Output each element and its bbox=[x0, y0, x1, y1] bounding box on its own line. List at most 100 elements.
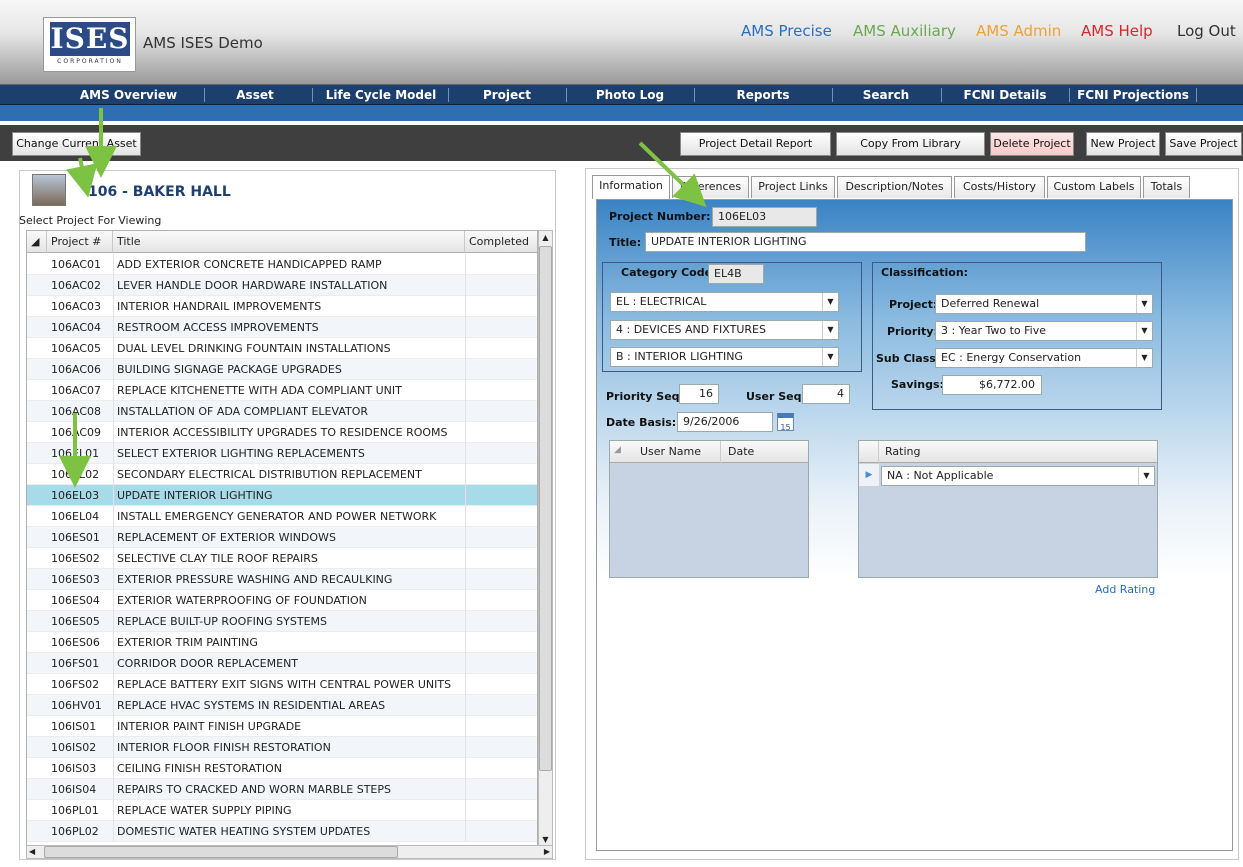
chevron-down-icon[interactable]: ▼ bbox=[822, 321, 838, 339]
add-rating-link[interactable]: Add Rating bbox=[1095, 583, 1155, 596]
project-number-cell: 106IS01 bbox=[51, 720, 97, 733]
nav-project[interactable]: Project bbox=[452, 85, 562, 105]
chevron-down-icon[interactable]: ▼ bbox=[1138, 467, 1154, 485]
horizontal-scroll-thumb[interactable] bbox=[44, 846, 398, 858]
table-row[interactable]: 106AC05 DUAL LEVEL DRINKING FOUNTAIN INST… bbox=[27, 338, 537, 359]
link-ams-precise[interactable]: AMS Precise bbox=[741, 22, 832, 40]
table-row[interactable]: 106AC04 RESTROOM ACCESS IMPROVEMENTS bbox=[27, 317, 537, 338]
nav-search[interactable]: Search bbox=[836, 85, 936, 105]
chevron-down-icon[interactable]: ▼ bbox=[1136, 322, 1152, 340]
row-header-cell bbox=[859, 441, 879, 463]
nav-fcni-details[interactable]: FCNI Details bbox=[945, 85, 1065, 105]
cell-divider bbox=[465, 548, 466, 569]
table-row[interactable]: 106EL01 SELECT EXTERIOR LIGHTING REPLACEM… bbox=[27, 443, 537, 464]
table-row[interactable]: 106HV01 REPLACE HVAC SYSTEMS IN RESIDENTI… bbox=[27, 695, 537, 716]
project-title-cell: CEILING FINISH RESTORATION bbox=[117, 762, 282, 775]
col-completed[interactable]: Completed bbox=[465, 231, 537, 253]
nav-reports[interactable]: Reports bbox=[698, 85, 828, 105]
tab-information[interactable]: Information bbox=[592, 175, 670, 199]
date-basis-field[interactable]: 9/26/2006 bbox=[677, 412, 773, 432]
user-seq-field[interactable]: 4 bbox=[802, 384, 850, 404]
vertical-scroll-thumb[interactable] bbox=[539, 246, 552, 771]
tab-description-notes[interactable]: Description/Notes bbox=[837, 176, 952, 198]
priority-seq-field[interactable]: 16 bbox=[679, 384, 719, 404]
table-row[interactable]: 106IS01 INTERIOR PAINT FINISH UPGRADE bbox=[27, 716, 537, 737]
category-select-3[interactable]: B : INTERIOR LIGHTING ▼ bbox=[610, 347, 839, 367]
table-row[interactable]: 106AC06 BUILDING SIGNAGE PACKAGE UPGRADES bbox=[27, 359, 537, 380]
logo-mark: ISES bbox=[50, 22, 130, 56]
savings-field[interactable]: $6,772.00 bbox=[942, 375, 1042, 395]
rating-select[interactable]: NA : Not Applicable ▼ bbox=[881, 466, 1155, 486]
title-field[interactable]: UPDATE INTERIOR LIGHTING bbox=[645, 232, 1086, 252]
link-ams-auxiliary[interactable]: AMS Auxiliary bbox=[853, 22, 956, 40]
table-row[interactable]: 106AC01 ADD EXTERIOR CONCRETE HANDICAPPED… bbox=[27, 254, 537, 275]
table-row[interactable]: 106ES06 EXTERIOR TRIM PAINTING bbox=[27, 632, 537, 653]
link-ams-help[interactable]: AMS Help bbox=[1081, 22, 1153, 40]
nav-asset[interactable]: Asset bbox=[210, 85, 300, 105]
table-row[interactable]: 106ES05 REPLACE BUILT-UP ROOFING SYSTEMS bbox=[27, 611, 537, 632]
cell-divider bbox=[465, 422, 466, 443]
table-row[interactable]: 106AC03 INTERIOR HANDRAIL IMPROVEMENTS bbox=[27, 296, 537, 317]
cell-divider bbox=[113, 737, 114, 758]
copy-from-library-button[interactable]: Copy From Library bbox=[836, 132, 985, 156]
user-grid-header: ◢ User Name Date bbox=[610, 441, 808, 463]
table-row[interactable]: 106AC07 REPLACE KITCHENETTE WITH ADA COMP… bbox=[27, 380, 537, 401]
scroll-up-icon[interactable]: ▲ bbox=[539, 231, 552, 245]
chevron-down-icon[interactable]: ▼ bbox=[822, 293, 838, 311]
table-row[interactable]: 106PL01 REPLACE WATER SUPPLY PIPING bbox=[27, 800, 537, 821]
col-rating[interactable]: Rating bbox=[885, 445, 920, 458]
change-current-asset-button[interactable]: Change Current Asset bbox=[12, 132, 141, 156]
save-project-button[interactable]: Save Project bbox=[1165, 132, 1242, 156]
tab-references[interactable]: References bbox=[672, 176, 749, 198]
table-row[interactable]: 106ES03 EXTERIOR PRESSURE WASHING AND REC… bbox=[27, 569, 537, 590]
chevron-down-icon[interactable]: ▼ bbox=[822, 348, 838, 366]
nav-fcni-projections[interactable]: FCNI Projections bbox=[1073, 85, 1193, 105]
new-project-button[interactable]: New Project bbox=[1086, 132, 1160, 156]
table-row[interactable]: 106FS01 CORRIDOR DOOR REPLACEMENT bbox=[27, 653, 537, 674]
nav-photo-log[interactable]: Photo Log bbox=[570, 85, 690, 105]
category-select-2[interactable]: 4 : DEVICES AND FIXTURES ▼ bbox=[610, 320, 839, 340]
category-code-field[interactable]: EL4B bbox=[708, 264, 764, 284]
table-row[interactable]: 106PL02 DOMESTIC WATER HEATING SYSTEM UPD… bbox=[27, 821, 537, 842]
calendar-icon[interactable]: 15 bbox=[777, 413, 794, 432]
project-detail-report-button[interactable]: Project Detail Report bbox=[680, 132, 831, 156]
table-row[interactable]: 106AC08 INSTALLATION OF ADA COMPLIANT ELE… bbox=[27, 401, 537, 422]
tab-custom-labels[interactable]: Custom Labels bbox=[1047, 176, 1141, 198]
project-number-field[interactable]: 106EL03 bbox=[712, 207, 817, 227]
scroll-left-icon[interactable]: ◀ bbox=[29, 846, 35, 858]
chevron-down-icon[interactable]: ▼ bbox=[1136, 349, 1152, 367]
cell-divider bbox=[113, 674, 114, 695]
scroll-right-icon[interactable]: ▶ bbox=[544, 846, 550, 858]
delete-project-button[interactable]: Delete Project bbox=[990, 132, 1074, 156]
project-type-select[interactable]: Deferred Renewal ▼ bbox=[935, 294, 1153, 314]
table-row[interactable]: 106AC09 INTERIOR ACCESSIBILITY UPGRADES T… bbox=[27, 422, 537, 443]
nav-life-cycle-model[interactable]: Life Cycle Model bbox=[318, 85, 444, 105]
table-row[interactable]: 106EL03 UPDATE INTERIOR LIGHTING bbox=[27, 485, 537, 506]
nav-ams-overview[interactable]: AMS Overview bbox=[60, 85, 197, 105]
col-date[interactable]: Date bbox=[728, 445, 754, 458]
col-title[interactable]: Title bbox=[113, 231, 465, 253]
table-row[interactable]: 106ES02 SELECTIVE CLAY TILE ROOF REPAIRS bbox=[27, 548, 537, 569]
link-log-out[interactable]: Log Out bbox=[1177, 22, 1236, 40]
tab-totals[interactable]: Totals bbox=[1143, 176, 1190, 198]
col-project-number[interactable]: Project # bbox=[47, 231, 113, 253]
col-user-name[interactable]: User Name bbox=[640, 445, 701, 458]
cell-divider bbox=[465, 527, 466, 548]
table-row[interactable]: 106ES01 REPLACEMENT OF EXTERIOR WINDOWS bbox=[27, 527, 537, 548]
sub-class-select[interactable]: EC : Energy Conservation ▼ bbox=[935, 348, 1153, 368]
table-row[interactable]: 106FS02 REPLACE BATTERY EXIT SIGNS WITH C… bbox=[27, 674, 537, 695]
tab-costs-history[interactable]: Costs/History bbox=[954, 176, 1045, 198]
nav-divider bbox=[1069, 88, 1070, 102]
chevron-down-icon[interactable]: ▼ bbox=[1136, 295, 1152, 313]
priority-select[interactable]: 3 : Year Two to Five ▼ bbox=[935, 321, 1153, 341]
link-ams-admin[interactable]: AMS Admin bbox=[976, 22, 1061, 40]
table-row[interactable]: 106EL02 SECONDARY ELECTRICAL DISTRIBUTION… bbox=[27, 464, 537, 485]
tab-project-links[interactable]: Project Links bbox=[751, 176, 835, 198]
table-row[interactable]: 106IS02 INTERIOR FLOOR FINISH RESTORATION bbox=[27, 737, 537, 758]
table-row[interactable]: 106IS03 CEILING FINISH RESTORATION bbox=[27, 758, 537, 779]
table-row[interactable]: 106EL04 INSTALL EMERGENCY GENERATOR AND P… bbox=[27, 506, 537, 527]
table-row[interactable]: 106IS04 REPAIRS TO CRACKED AND WORN MARBL… bbox=[27, 779, 537, 800]
table-row[interactable]: 106AC02 LEVER HANDLE DOOR HARDWARE INSTAL… bbox=[27, 275, 537, 296]
table-row[interactable]: 106ES04 EXTERIOR WATERPROOFING OF FOUNDAT… bbox=[27, 590, 537, 611]
category-select-1[interactable]: EL : ELECTRICAL ▼ bbox=[610, 292, 839, 312]
